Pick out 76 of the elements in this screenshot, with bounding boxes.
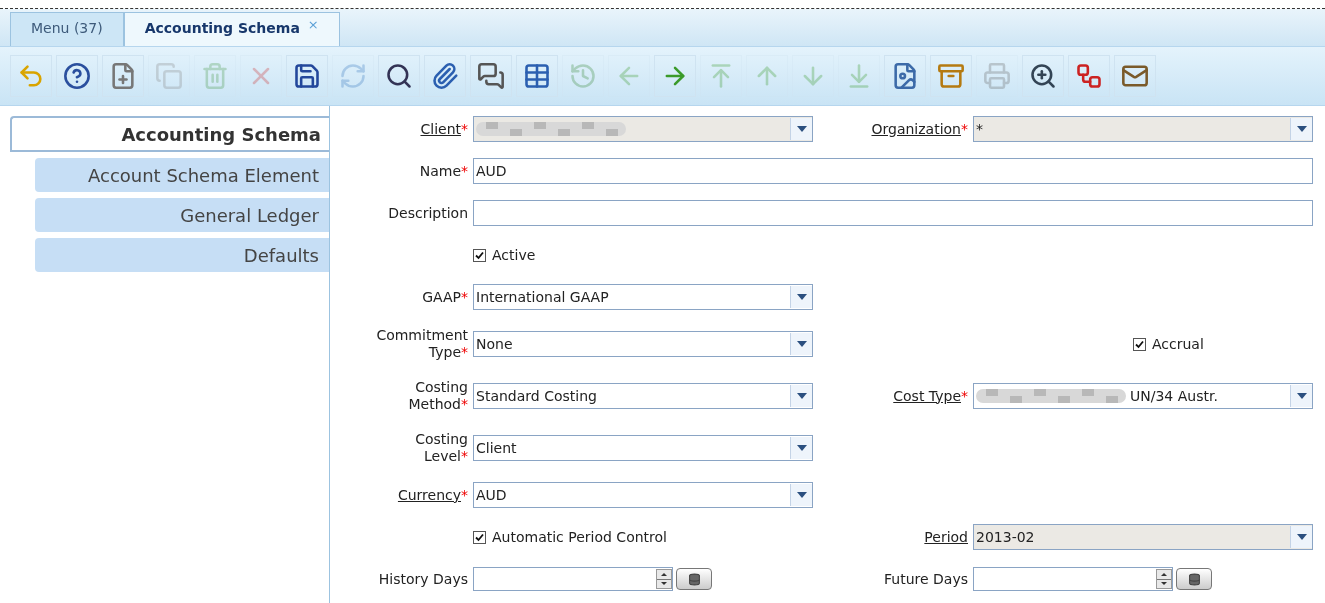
toolbar-button[interactable] — [424, 55, 466, 97]
checkbox-field[interactable]: Active — [473, 244, 813, 266]
dropdown-field[interactable]: International GAAP — [473, 284, 813, 310]
toolbar-button[interactable] — [56, 55, 98, 97]
sidebar-tab[interactable]: General Ledger — [35, 198, 329, 232]
refresh-icon — [339, 62, 367, 90]
dropdown-field[interactable]: UN/34 Austr. — [973, 383, 1313, 409]
calculator-button[interactable] — [1176, 568, 1212, 590]
text-field[interactable] — [473, 200, 1313, 226]
undo-icon — [17, 62, 45, 90]
field-label: Commitment Type* — [376, 327, 468, 361]
sidebar-tab[interactable]: Account Schema Element — [35, 158, 329, 192]
save-icon — [293, 62, 321, 90]
new-page-icon — [109, 62, 137, 90]
checkbox-field[interactable]: Automatic Period Control — [473, 526, 813, 548]
field-label: Client* — [420, 120, 468, 138]
printer-icon — [983, 62, 1011, 90]
toolbar-button[interactable] — [470, 55, 512, 97]
field-value: 2013-02 — [976, 527, 1035, 547]
field-label: Period — [924, 528, 968, 546]
chat-icon — [477, 62, 505, 90]
dropdown-field[interactable]: AUD — [473, 482, 813, 508]
toolbar-button[interactable] — [286, 55, 328, 97]
dropdown-field[interactable]: None — [473, 331, 813, 357]
workflow-icon — [1075, 62, 1103, 90]
help-icon — [63, 62, 91, 90]
toolbar-button[interactable] — [1022, 55, 1064, 97]
field-label: GAAP* — [422, 288, 468, 306]
field-value: Client — [476, 438, 517, 458]
toolbar-button[interactable] — [1068, 55, 1110, 97]
spinner-icon — [1156, 569, 1172, 589]
field-value: * — [976, 119, 983, 139]
checkbox[interactable] — [473, 530, 486, 544]
spinner-icon — [656, 569, 672, 589]
field-label: Organization* — [871, 120, 968, 138]
zoom-icon — [1029, 62, 1057, 90]
archive-icon — [937, 62, 965, 90]
table-icon — [523, 62, 551, 90]
text-field[interactable]: AUD — [473, 158, 1313, 184]
window-tab[interactable]: Menu (37) — [10, 12, 124, 46]
toolbar-button[interactable] — [884, 55, 926, 97]
sidebar-tab[interactable]: Accounting Schema — [10, 116, 329, 152]
field-label: Currency* — [397, 486, 468, 504]
checkbox[interactable] — [1133, 337, 1146, 351]
number-field[interactable] — [473, 567, 673, 591]
field-value: AUD — [476, 485, 507, 505]
field-label: Cost Type* — [893, 387, 968, 405]
field-label: Description — [388, 204, 468, 222]
field-label: Future Days — [884, 570, 968, 588]
checkbox[interactable] — [473, 248, 486, 262]
toolbar-button[interactable] — [378, 55, 420, 97]
mail-icon — [1121, 62, 1149, 90]
history-icon — [569, 62, 597, 90]
field-label: History Days — [378, 570, 468, 588]
copy-icon — [155, 62, 183, 90]
sidebar-tab[interactable]: Defaults — [35, 238, 329, 272]
paperclip-icon — [431, 62, 459, 90]
window-tab[interactable]: Accounting Schema × — [123, 12, 340, 46]
database-icon — [1187, 572, 1201, 586]
dropdown-field[interactable]: Client — [473, 435, 813, 461]
toolbar-button[interactable] — [1114, 55, 1156, 97]
trash-icon — [201, 62, 229, 90]
field-value: International GAAP — [476, 287, 609, 307]
field-value: UN/34 Austr. — [1130, 386, 1218, 406]
field-label: Costing Method* — [408, 379, 468, 413]
field-value: Standard Costing — [476, 386, 597, 406]
checkbox-field[interactable]: Accrual — [1133, 333, 1313, 355]
field-value: None — [476, 334, 513, 354]
field-label: Costing Level* — [415, 431, 468, 465]
database-icon — [687, 572, 701, 586]
toolbar-button[interactable] — [516, 55, 558, 97]
field-label: Name* — [419, 162, 468, 180]
number-field[interactable] — [973, 567, 1173, 591]
calculator-button[interactable] — [676, 568, 712, 590]
dropdown-field[interactable]: Standard Costing — [473, 383, 813, 409]
search-icon — [385, 62, 413, 90]
